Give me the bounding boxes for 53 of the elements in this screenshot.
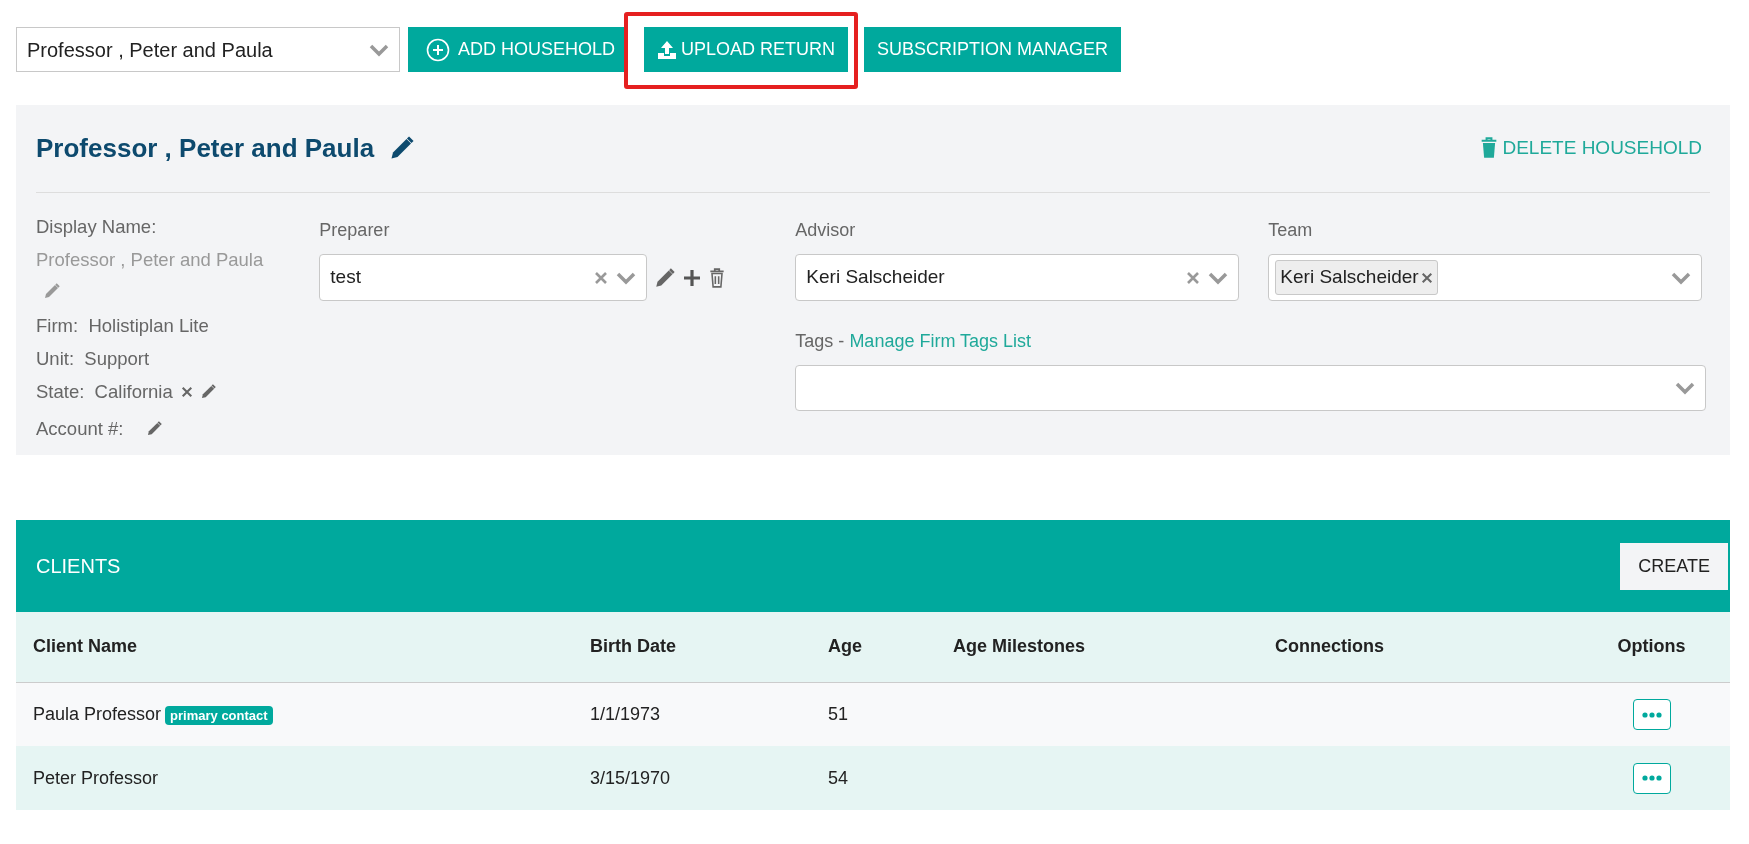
pencil-icon[interactable] <box>655 267 676 288</box>
column-header: Age <box>811 612 936 682</box>
birth-date: 1/1/1973 <box>590 703 661 724</box>
remove-icon[interactable] <box>1420 271 1433 284</box>
close-icon[interactable] <box>180 385 193 398</box>
chevron-down-icon <box>1675 381 1696 395</box>
advisor-select[interactable]: Keri Salscheider <box>795 254 1240 301</box>
detail-label: Account #: <box>36 417 124 441</box>
options-button[interactable] <box>1632 762 1671 794</box>
ellipsis-icon <box>1641 775 1662 782</box>
preparer-select[interactable]: test <box>319 254 648 301</box>
clear-icon[interactable] <box>1186 270 1201 285</box>
detail-text: State: California <box>36 380 173 404</box>
client-name: Paula Professor <box>33 703 162 724</box>
pencil-icon[interactable] <box>390 136 415 160</box>
age: 54 <box>828 767 849 788</box>
plus-circle-icon <box>426 37 450 62</box>
section-title: CLIENTS <box>36 554 121 579</box>
pencil-icon[interactable] <box>200 384 216 399</box>
column-header: Options <box>1574 612 1730 682</box>
client-name: Peter Professor <box>33 767 159 788</box>
options-button[interactable] <box>1632 699 1671 730</box>
clear-icon[interactable] <box>594 270 609 285</box>
display-name-value: Professor , Peter and Paula <box>36 248 265 272</box>
team-member-tag: Keri Salscheider <box>1275 260 1438 295</box>
trash-icon <box>1480 137 1499 159</box>
field-label: Preparer <box>319 219 391 242</box>
age: 51 <box>828 703 849 724</box>
tags-label: Tags - Manage Firm Tags List <box>795 330 1033 353</box>
column-header: Connections <box>1258 612 1574 682</box>
chevron-down-icon <box>616 270 637 285</box>
birth-date: 3/15/1970 <box>590 767 671 788</box>
create-button[interactable]: CREATE <box>1620 542 1728 590</box>
detail-label: Display Name: <box>36 215 158 239</box>
plus-icon[interactable] <box>683 268 702 287</box>
column-header: Birth Date <box>573 612 811 682</box>
pencil-icon[interactable] <box>147 421 163 436</box>
trash-icon[interactable] <box>709 267 726 288</box>
team-select[interactable]: Keri Salscheider <box>1268 254 1703 301</box>
chevron-down-icon <box>369 42 389 57</box>
detail-text: Unit: Support <box>36 347 151 371</box>
field-label: Advisor <box>795 219 857 242</box>
ellipsis-icon <box>1641 711 1662 718</box>
field-label: Team <box>1268 219 1314 242</box>
primary-contact-badge: primary contact <box>165 705 273 725</box>
detail-text: Firm: Holistiplan Lite <box>36 314 210 338</box>
chevron-down-icon <box>1671 270 1692 285</box>
column-header: Age Milestones <box>936 612 1258 682</box>
household-title: Professor , Peter and Paula <box>36 131 375 165</box>
chevron-down-icon <box>1208 270 1229 285</box>
upload-icon <box>657 39 678 60</box>
household-dropdown[interactable]: Professor , Peter and Paula <box>16 27 400 72</box>
column-header: Client Name <box>16 612 573 682</box>
